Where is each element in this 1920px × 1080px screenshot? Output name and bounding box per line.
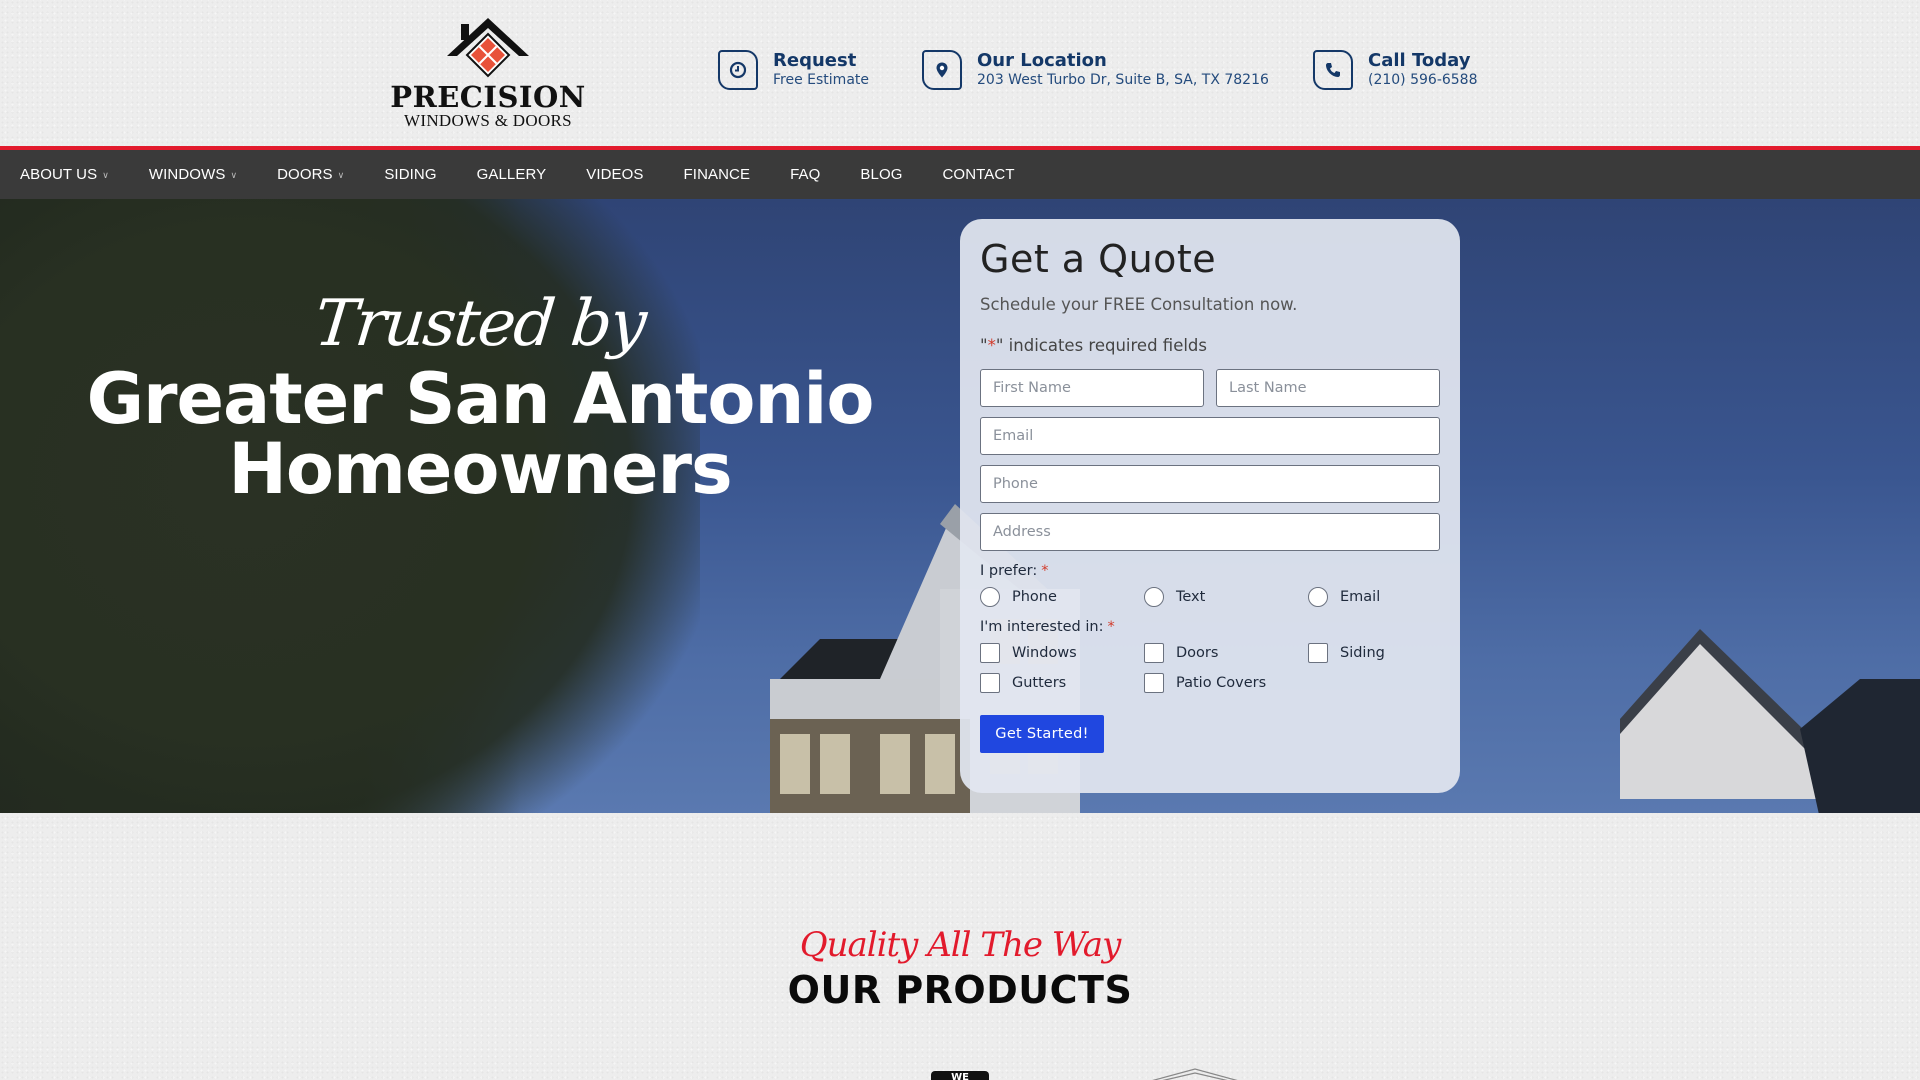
first-name-input[interactable] (980, 369, 1204, 407)
nav-label: WINDOWS (148, 166, 226, 183)
products-section: Quality All The Way OUR PRODUCTS WE OFFE… (0, 813, 1920, 1080)
required-fields-note: "*" indicates required fields (980, 336, 1440, 355)
nav-label: VIDEOS (586, 166, 644, 183)
prefer-option-email[interactable]: Email (1308, 587, 1472, 607)
option-label: Doors (1176, 645, 1219, 661)
products-script-text: Quality All The Way (799, 925, 1122, 965)
checkbox[interactable] (1308, 643, 1328, 663)
option-label: Siding (1340, 645, 1385, 661)
nav-item-windows[interactable]: WINDOWS ∨ (149, 166, 237, 183)
nav-label: SIDING (384, 166, 437, 183)
logo[interactable]: PRECISION WINDOWS & DOORS (390, 16, 585, 132)
radio-button[interactable] (1144, 587, 1164, 607)
prefer-option-text[interactable]: Text (1144, 587, 1308, 607)
call-link[interactable]: Call Today (210) 596-6588 (1313, 50, 1478, 90)
address-input[interactable] (980, 513, 1440, 551)
brand-name: PRECISION (390, 80, 586, 114)
interest-label-text: I'm interested in: (980, 619, 1104, 635)
chevron-down-icon: ∨ (102, 170, 109, 180)
checkbox[interactable] (980, 643, 1000, 663)
nav-label: CONTACT (942, 166, 1015, 183)
nav-label: BLOG (860, 166, 903, 183)
hexagon-outline-icon (1152, 1068, 1238, 1080)
hero-script-text: Trusted by (311, 287, 649, 361)
products-title: OUR PRODUCTS (787, 968, 1133, 1012)
request-estimate-link[interactable]: Request Free Estimate (718, 50, 869, 90)
option-label: Phone (1012, 589, 1057, 605)
nav-item-blog[interactable]: BLOG (860, 166, 902, 183)
interest-option-patio-covers[interactable]: Patio Covers (1144, 673, 1308, 693)
nav-item-doors[interactable]: DOORS ∨ (277, 166, 344, 183)
hero-headline-line2: Homeowners (228, 428, 732, 510)
nav-label: FAQ (790, 166, 821, 183)
nav-item-gallery[interactable]: GALLERY (477, 166, 547, 183)
checkbox[interactable] (980, 673, 1000, 693)
email-input[interactable] (980, 417, 1440, 455)
option-label: Gutters (1012, 675, 1067, 691)
last-name-input[interactable] (1216, 369, 1440, 407)
nav-label: DOORS (277, 166, 333, 183)
option-label: Email (1340, 589, 1381, 605)
hero-heading: Trusted by Greater San Antonio Homeowner… (80, 284, 880, 504)
prefer-options: Phone Text Email (980, 587, 1440, 607)
get-started-button[interactable]: Get Started! (980, 715, 1104, 753)
phone-icon (1313, 50, 1353, 90)
required-star: * (1107, 619, 1115, 635)
form-subtitle: Schedule your FREE Consultation now. (980, 295, 1298, 314)
prefer-label: I prefer: * (980, 563, 1440, 579)
form-title: Get a Quote (980, 237, 1217, 281)
map-pin-icon (922, 50, 962, 90)
required-star: * (987, 336, 996, 355)
chevron-down-icon: ∨ (230, 170, 238, 180)
nav-item-about-us[interactable]: ABOUT US ∨ (20, 166, 109, 183)
phone-input[interactable] (980, 465, 1440, 503)
required-star: * (1041, 563, 1049, 579)
nav-item-contact[interactable]: CONTACT (943, 166, 1015, 183)
checkbox[interactable] (1144, 643, 1164, 663)
site-header: PRECISION WINDOWS & DOORS Request Free E… (0, 0, 1920, 146)
hero-neighbor-house-image (1620, 629, 1920, 813)
prefer-label-text: I prefer: (980, 563, 1038, 579)
nav-item-videos[interactable]: VIDEOS (586, 166, 643, 183)
checkbox[interactable] (1144, 673, 1164, 693)
nav-label: ABOUT US (20, 166, 98, 183)
info-title: Call Today (1368, 50, 1471, 71)
info-title: Request (773, 50, 857, 71)
option-label: Windows (1012, 645, 1077, 661)
nav-item-finance[interactable]: FINANCE (684, 166, 751, 183)
chevron-down-icon: ∨ (337, 170, 345, 180)
radio-button[interactable] (1308, 587, 1328, 607)
nav-item-siding[interactable]: SIDING (384, 166, 436, 183)
info-subtitle: (210) 596-6588 (1368, 72, 1478, 88)
info-subtitle: 203 West Turbo Dr, Suite B, SA, TX 78216 (977, 72, 1269, 88)
we-offer-badge: WE OFFER (931, 1071, 989, 1080)
main-nav: ABOUT US ∨ WINDOWS ∨ DOORS ∨ SIDING GALLERY… (0, 150, 1920, 199)
location-link[interactable]: Our Location 203 West Turbo Dr, Suite B,… (922, 50, 1269, 90)
brand-tagline: WINDOWS & DOORS (404, 111, 572, 130)
interest-label: I'm interested in: * (980, 619, 1440, 635)
quote-mark: " (980, 336, 988, 355)
hero-headline-line1: Greater San Antonio (86, 358, 875, 440)
nav-label: GALLERY (476, 166, 547, 183)
info-subtitle: Free Estimate (773, 72, 869, 88)
nav-label: FINANCE (683, 166, 751, 183)
interest-option-windows[interactable]: Windows (980, 643, 1144, 663)
option-label: Patio Covers (1176, 675, 1267, 691)
prefer-option-phone[interactable]: Phone (980, 587, 1144, 607)
interest-option-gutters[interactable]: Gutters (980, 673, 1144, 693)
clock-icon (718, 50, 758, 90)
quote-form: Get a Quote Schedule your FREE Consultat… (960, 219, 1460, 793)
interest-options: Windows Doors Siding Gutters Patio Cover… (980, 643, 1440, 693)
interest-option-siding[interactable]: Siding (1308, 643, 1472, 663)
option-label: Text (1176, 589, 1206, 605)
house-logo-icon (447, 18, 529, 78)
radio-button[interactable] (980, 587, 1000, 607)
interest-option-doors[interactable]: Doors (1144, 643, 1308, 663)
nav-item-faq[interactable]: FAQ (790, 166, 820, 183)
required-note-text: " indicates required fields (995, 336, 1208, 355)
info-title: Our Location (977, 50, 1107, 71)
